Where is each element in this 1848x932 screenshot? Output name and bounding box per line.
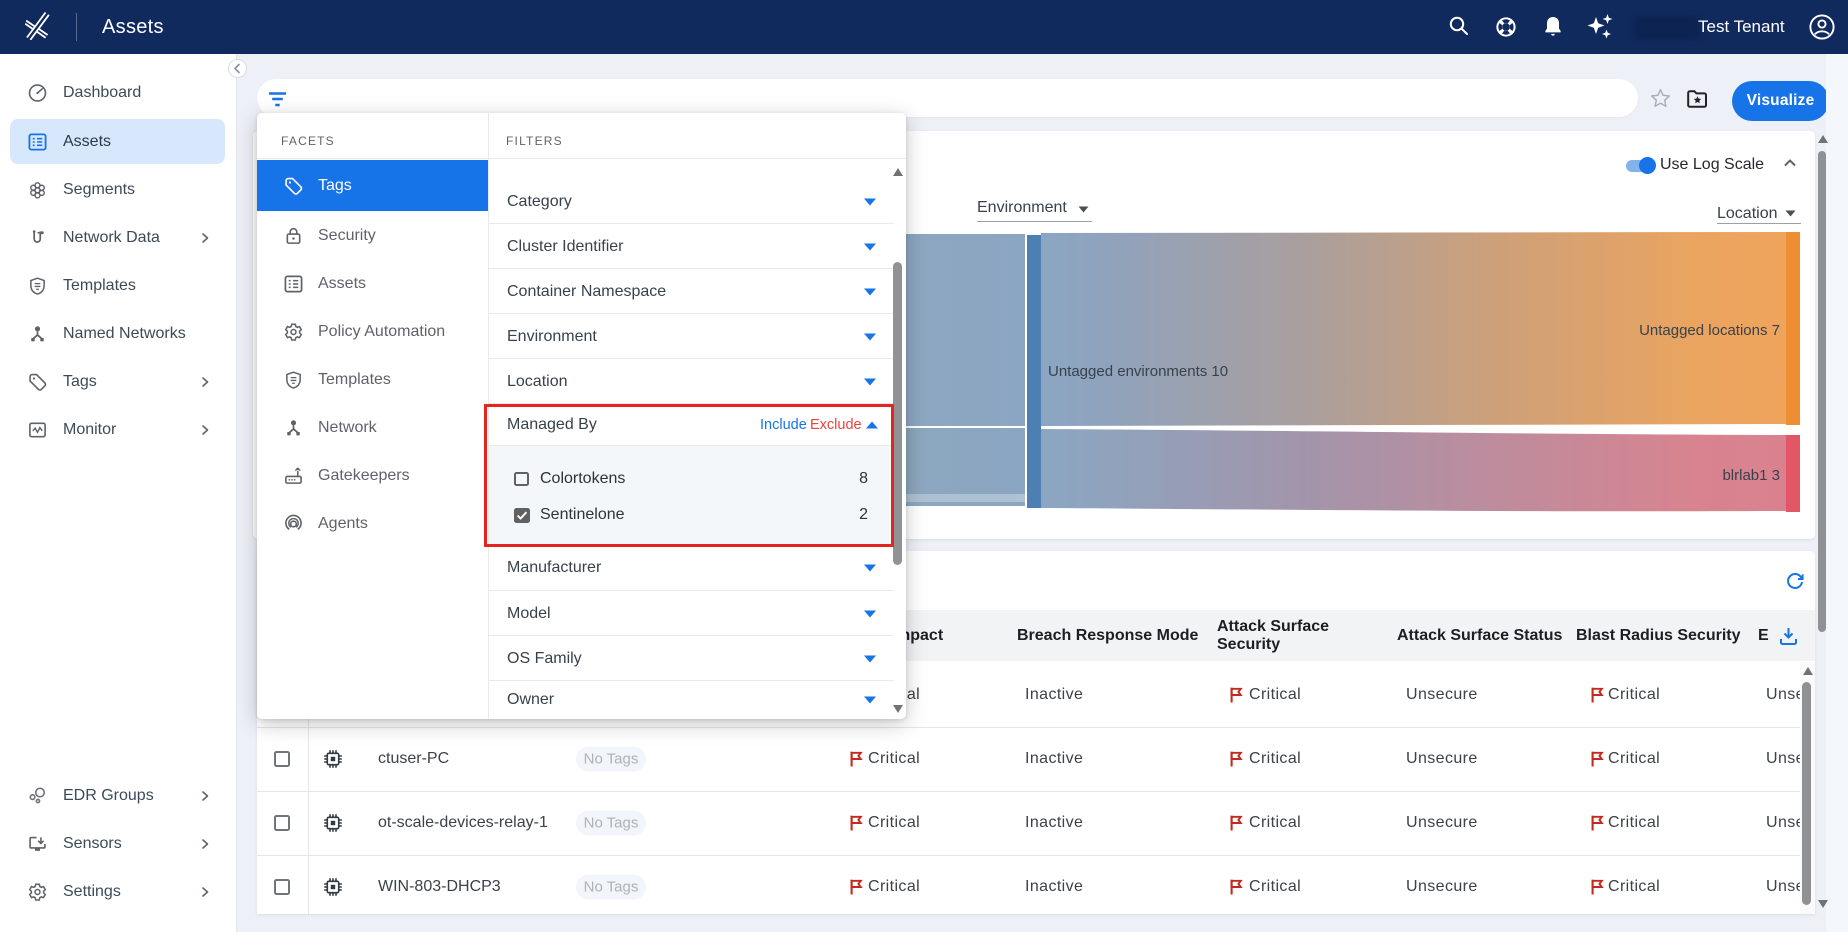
svg-text:Untagged locations 7: Untagged locations 7 (1639, 322, 1780, 339)
svg-text:Untagged environments 10: Untagged environments 10 (1048, 363, 1228, 380)
svg-text:blrlab1 3: blrlab1 3 (1722, 467, 1780, 484)
